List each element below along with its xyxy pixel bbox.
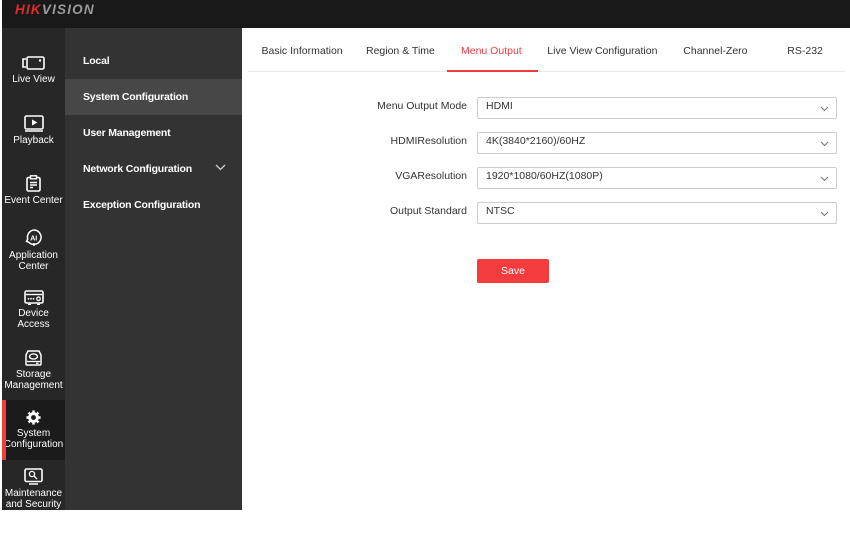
svg-text:AI: AI [30, 235, 37, 242]
